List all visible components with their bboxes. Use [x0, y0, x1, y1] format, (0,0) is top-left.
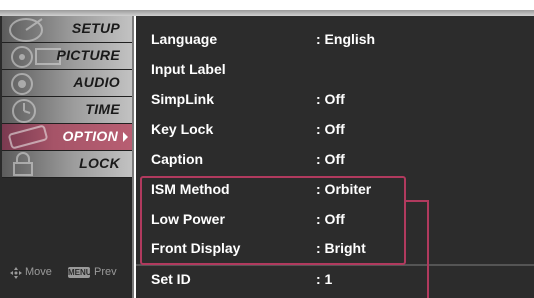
callout-leader-line [427, 200, 429, 298]
move-hint: Move [25, 266, 52, 278]
highlight-callout-box [140, 176, 406, 265]
row-value: : Off [316, 151, 345, 167]
sidebar-item-audio[interactable]: AUDIO [2, 70, 132, 97]
sidebar-item-label: PICTURE [56, 47, 120, 63]
row-label: Key Lock [151, 121, 214, 137]
sidebar-menu: SETUP PICTURE AUDIO TIME OPTION LOCK Mov… [0, 16, 134, 298]
row-label: Input Label [151, 61, 226, 77]
lock-icon [13, 152, 33, 176]
chevron-right-icon [123, 132, 128, 142]
sidebar-item-label: OPTION [62, 128, 118, 144]
menu-row-language[interactable]: Language : English [136, 24, 534, 54]
row-value: : 1 [316, 271, 333, 287]
menu-key-icon: MENU [68, 267, 92, 278]
menu-row-key-lock[interactable]: Key Lock : Off [136, 114, 534, 144]
sidebar-item-lock[interactable]: LOCK [2, 151, 132, 178]
clock-icon [12, 99, 36, 123]
sidebar-item-option[interactable]: OPTION [2, 124, 132, 151]
menu-row-input-label[interactable]: Input Label [136, 54, 534, 84]
sidebar-item-label: TIME [85, 101, 120, 117]
option-settings-panel: Language : English Input Label SimpLink … [136, 16, 534, 298]
sidebar-item-picture[interactable]: PICTURE [2, 43, 132, 70]
row-label: Set ID [151, 271, 191, 287]
sidebar-item-time[interactable]: TIME [2, 97, 132, 124]
sidebar-item-label: AUDIO [73, 74, 120, 90]
sidebar-item-setup[interactable]: SETUP [2, 16, 132, 43]
satellite-dish-icon [9, 18, 43, 42]
menu-row-caption[interactable]: Caption : Off [136, 144, 534, 174]
menu-row-simplink[interactable]: SimpLink : Off [136, 84, 534, 114]
menu-row-set-id[interactable]: Set ID : 1 [136, 264, 534, 294]
film-reel-icon [11, 46, 61, 68]
sidebar-item-label: LOCK [79, 155, 120, 171]
row-value: : English [316, 31, 376, 47]
option-tag-icon [8, 125, 48, 149]
speaker-icon [11, 73, 33, 95]
row-value: : Off [316, 121, 345, 137]
prev-hint: Prev [94, 266, 117, 278]
callout-leader-line [406, 200, 428, 202]
sidebar-footer: Move MENU Prev [2, 248, 132, 298]
row-label: SimpLink [151, 91, 215, 107]
row-value: : Off [316, 91, 345, 107]
move-arrows-icon [10, 267, 22, 279]
row-label: Language [151, 31, 218, 47]
row-label: Caption [151, 151, 204, 167]
sidebar-item-label: SETUP [71, 20, 120, 36]
